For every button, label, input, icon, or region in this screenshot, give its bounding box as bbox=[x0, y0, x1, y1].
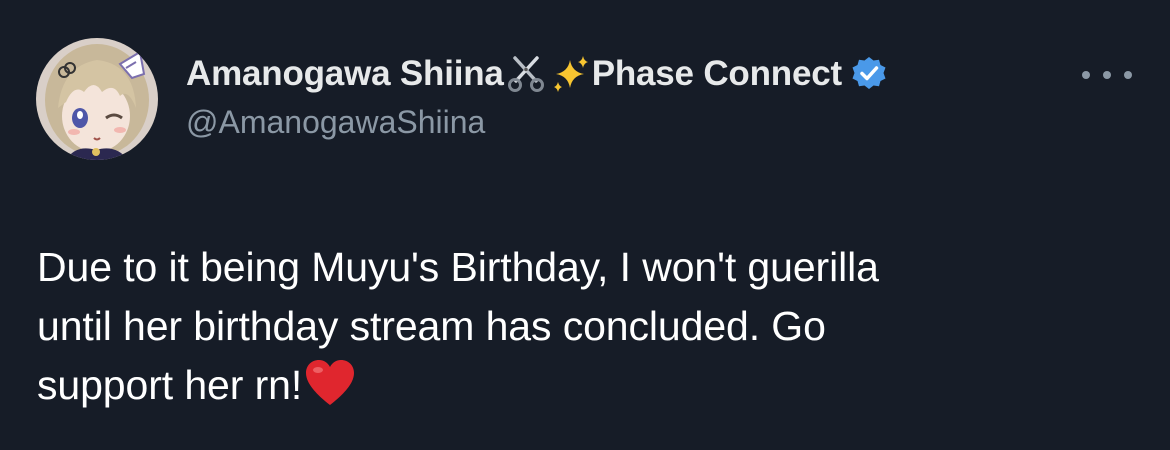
tweet-text-line-last: support her rn! bbox=[37, 356, 1117, 415]
more-dot bbox=[1082, 71, 1090, 79]
sparkles-icon bbox=[550, 54, 590, 94]
tweet-card: Amanogawa Shiina Phase Connect @Amanogaw… bbox=[0, 0, 1170, 450]
tweet-text-line: support her rn! bbox=[37, 362, 303, 408]
tweet-text-line: until her birthday stream has concluded.… bbox=[37, 303, 826, 349]
tweet-text: Due to it being Muyu's Birthday, I won't… bbox=[37, 238, 1117, 415]
scissors-icon bbox=[506, 54, 546, 94]
display-name[interactable]: Amanogawa Shiina bbox=[186, 54, 504, 94]
display-name-suffix[interactable]: Phase Connect bbox=[592, 54, 842, 94]
more-dot bbox=[1124, 71, 1132, 79]
name-row: Amanogawa Shiina Phase Connect bbox=[186, 46, 1110, 102]
more-options-icon[interactable] bbox=[1082, 62, 1132, 88]
more-dot bbox=[1103, 71, 1111, 79]
user-handle[interactable]: @AmanogawaShiina bbox=[186, 104, 1110, 141]
tweet-header: Amanogawa Shiina Phase Connect @Amanogaw… bbox=[186, 46, 1110, 141]
avatar-image bbox=[36, 38, 158, 160]
tweet-text-line: Due to it being Muyu's Birthday, I won't… bbox=[37, 244, 879, 290]
verified-badge-icon[interactable] bbox=[850, 55, 888, 93]
red-heart-icon bbox=[304, 359, 356, 407]
avatar[interactable] bbox=[36, 38, 158, 160]
